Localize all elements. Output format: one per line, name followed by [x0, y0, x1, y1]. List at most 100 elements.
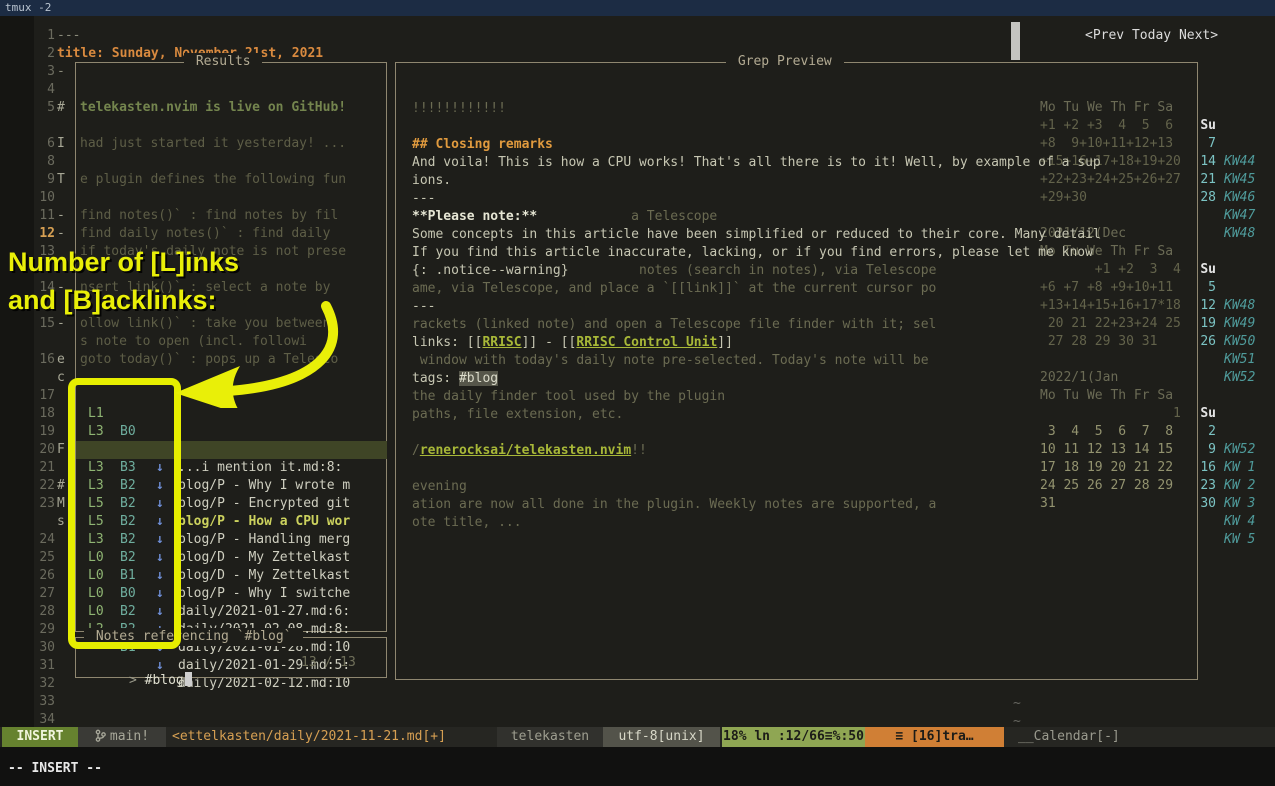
preview-text-segment: evening — [412, 479, 467, 494]
calendar-week-number: KW 5 — [1224, 531, 1255, 549]
annotation-highlight-box — [68, 378, 181, 649]
terminal-screen: tmux -2 1 2 3 4 5 6 8 9 10 11 12 13 14 1… — [0, 0, 1275, 786]
results-float-title: Results — [184, 53, 262, 71]
preview-text-segment: rackets (linked note) and open a Telesco… — [412, 317, 936, 332]
preview-text-segment: window with today's daily note pre-selec… — [412, 353, 929, 368]
preview-line: --- — [412, 190, 435, 208]
git-branch-segment: main! — [78, 727, 166, 747]
preview-text-segment: ]] — [717, 335, 733, 350]
result-count: 13 / 13 — [301, 654, 356, 672]
line-number: 28 — [31, 603, 55, 621]
preview-text-segment: RRISC Control Unit — [576, 335, 717, 350]
calendar-sunday[interactable]: 28 — [1200, 189, 1216, 207]
buffer-line-edge: M — [57, 495, 65, 513]
line-number: 25 — [31, 549, 55, 567]
preview-text-segment: ions. — [412, 173, 451, 188]
preview-line: **Please note:** a Telescope — [412, 208, 717, 226]
annotation-text-line2: and [B]acklinks: — [8, 285, 217, 316]
obscured-buffer-line: find daily notes()` : find daily — [80, 225, 330, 243]
tmux-title: tmux -2 — [5, 1, 51, 14]
statusline: INSERT main! <ettelkasten/daily/2021-11-… — [0, 727, 1275, 747]
preview-text-segment: ## Closing remarks — [412, 137, 553, 152]
preview-line: ions. — [412, 172, 451, 190]
calendar-week-number: KW46 — [1224, 189, 1255, 207]
git-branch-name: main! — [110, 729, 149, 744]
preview-text-segment: #blog — [459, 371, 498, 386]
preview-text-segment: {: .notice--warning} — [412, 263, 569, 278]
preview-line: window with today's daily note pre-selec… — [412, 352, 929, 370]
calendar-today-button[interactable]: Today — [1132, 28, 1179, 43]
preview-line: paths, file extension, etc. — [412, 406, 623, 424]
command-line-area — [0, 747, 1275, 786]
preview-text-segment: tags: — [412, 371, 459, 386]
preview-line: {: .notice--warning} notes (search in no… — [412, 262, 936, 280]
encoding-segment: utf-8[unix] — [603, 727, 720, 747]
preview-text-segment: ]] - [[ — [522, 335, 577, 350]
preview-text-segment: renerocksai/telekasten.nvim — [420, 443, 631, 458]
line-number: 29 — [31, 621, 55, 639]
preview-text-segment: !! — [631, 443, 647, 458]
window-separator-highlight — [1011, 22, 1020, 60]
preview-text-segment: **Please note:** — [412, 209, 537, 224]
preview-line: Some concepts in this article have been … — [412, 226, 1101, 244]
obscured-buffer-line: had just started it yesterday! ... — [80, 135, 346, 153]
calendar-week-number: KW 4 — [1224, 513, 1255, 531]
buffer-line-edge: s — [57, 513, 65, 531]
preview-text-segment: --- — [412, 191, 435, 206]
calendar-prev-button[interactable]: <Prev — [1085, 28, 1132, 43]
preview-line: rackets (linked note) and open a Telesco… — [412, 316, 936, 334]
preview-text-segment: !!!!!!!!!!!! — [412, 101, 506, 116]
line-number: 27 — [31, 585, 55, 603]
preview-text-segment: ote title, ... — [412, 515, 522, 530]
filetype-segment: telekasten — [497, 727, 603, 747]
tmux-titlebar: tmux -2 — [0, 0, 1275, 16]
preview-line: And voila! This is how a CPU works! That… — [412, 154, 1101, 172]
prompt-value: #blog — [145, 673, 184, 688]
line-number: 2 — [31, 45, 55, 63]
preview-text-segment: If you find this article inaccurate, lac… — [412, 245, 1093, 260]
preview-line: !!!!!!!!!!!! — [412, 100, 506, 118]
preview-text-segment: a Telescope — [537, 209, 717, 224]
preview-text-segment: ame, via Telescope, and place a `[[link]… — [412, 281, 936, 296]
mode-indicator: INSERT — [2, 727, 78, 747]
preview-line: If you find this article inaccurate, lac… — [412, 244, 1093, 262]
git-branch-icon — [95, 729, 106, 742]
preview-text-segment: the daily finder tool used by the plugin — [412, 389, 725, 404]
obscured-buffer-line: e plugin defines the following fun — [80, 171, 346, 189]
filename-segment: <ettelkasten/daily/2021-11-21.md[+] — [172, 727, 446, 747]
preview-text-segment: links: [[ — [412, 335, 482, 350]
preview-line: ote title, ... — [412, 514, 522, 532]
preview-text-segment: RRISC — [482, 335, 521, 350]
preview-line: /renerocksai/telekasten.nvim!! — [412, 442, 647, 460]
buffer-line: - — [57, 63, 65, 81]
preview-line: ation are now all done in the plugin. We… — [412, 496, 936, 514]
preview-text-segment: / — [412, 443, 420, 458]
obscured-buffer-line: telekasten.nvim is live on GitHub! — [80, 99, 346, 117]
calendar-sunday[interactable]: 30 — [1200, 495, 1216, 513]
preview-line: --- — [412, 298, 435, 316]
text-cursor — [185, 672, 192, 686]
obscured-buffer-line: find notes()` : find notes by fil — [80, 207, 338, 225]
annotation-text-line1: Number of [L]inks — [8, 247, 239, 278]
line-number: 26 — [31, 567, 55, 585]
preview-line: evening — [412, 478, 467, 496]
calendar-nav: <Prev Today Next> — [1085, 27, 1218, 45]
cursor-position-segment: 18% ln :12/66≡%:50 — [722, 727, 865, 747]
buffer-count-segment: ≡ [16]tra… — [865, 727, 1004, 747]
search-prompt-input[interactable]: > #blog 13 / 13 — [82, 654, 380, 672]
preview-text-segment: And voila! This is how a CPU works! That… — [412, 155, 1101, 170]
preview-text-segment: paths, file extension, etc. — [412, 407, 623, 422]
preview-line: ## Closing remarks — [412, 136, 553, 154]
insert-mode-message: -- INSERT -- — [8, 760, 102, 778]
calendar-sunday[interactable]: 26 — [1200, 333, 1216, 351]
line-number: 30 — [31, 639, 55, 657]
calendar-next-button[interactable]: Next> — [1179, 28, 1218, 43]
preview-text-segment: ation are now all done in the plugin. We… — [412, 497, 936, 512]
line-number: 1 — [31, 27, 55, 45]
grep-preview-title: Grep Preview — [726, 53, 844, 71]
buffer-line: --- — [57, 27, 80, 45]
line-number: 33 — [31, 693, 55, 711]
preview-line: the daily finder tool used by the plugin — [412, 388, 725, 406]
prompt-prefix: > — [129, 673, 145, 688]
preview-text-segment: Some concepts in this article have been … — [412, 227, 1101, 242]
